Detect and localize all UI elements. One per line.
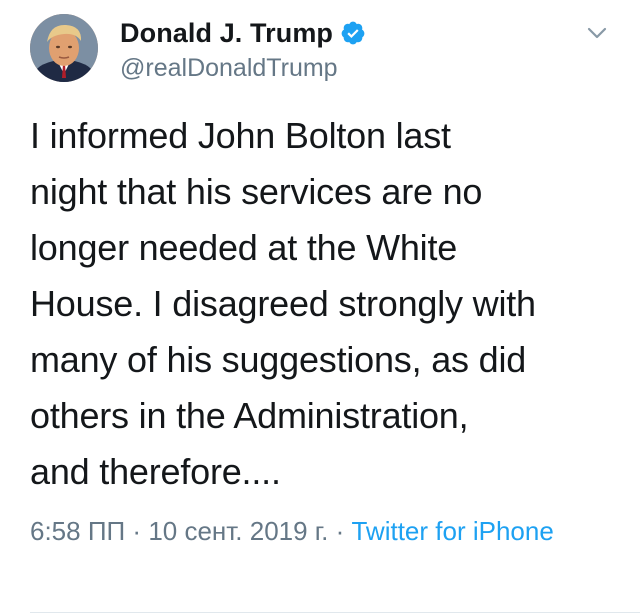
verified-badge-icon <box>340 20 366 46</box>
user-handle[interactable]: @realDonaldTrump <box>120 54 366 83</box>
name-row: Donald J. Trump <box>120 16 366 50</box>
tweet-date[interactable]: 10 сент. 2019 г. <box>148 516 328 546</box>
meta-separator-2: · <box>328 516 352 546</box>
tweet-source-link[interactable]: Twitter for iPhone <box>351 516 553 546</box>
tweet-card: Donald J. Trump @realDonaldTrump I infor… <box>0 0 640 616</box>
avatar-image <box>30 14 98 82</box>
tweet-header: Donald J. Trump @realDonaldTrump <box>120 16 366 83</box>
meta-separator: · <box>125 516 149 546</box>
divider <box>30 612 640 613</box>
avatar[interactable] <box>30 14 98 82</box>
tweet-time[interactable]: 6:58 ПП <box>30 516 125 546</box>
tweet-text: I informed John Bolton last night that h… <box>30 115 536 492</box>
chevron-down-icon[interactable] <box>584 20 610 46</box>
display-name[interactable]: Donald J. Trump <box>120 18 333 49</box>
tweet-meta: 6:58 ПП · 10 сент. 2019 г. · Twitter for… <box>30 512 590 550</box>
